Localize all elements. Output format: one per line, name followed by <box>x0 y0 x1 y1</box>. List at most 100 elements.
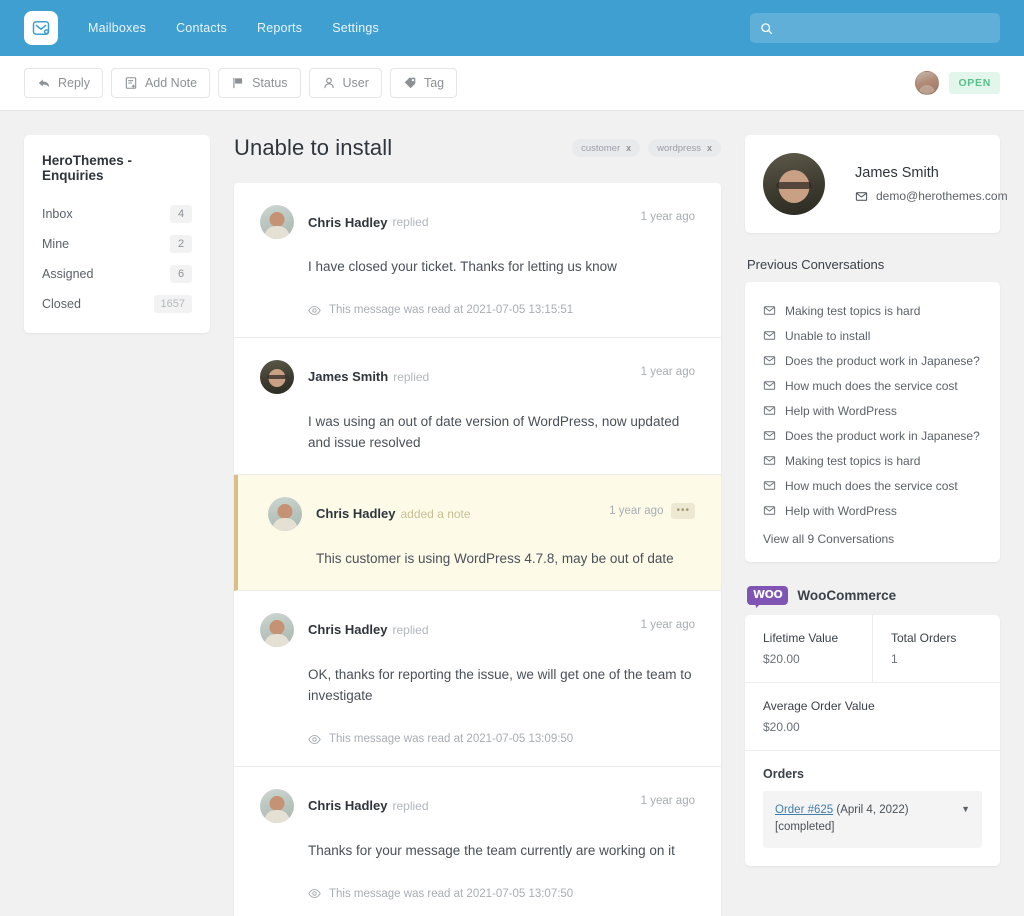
stat-average-order-value: Average Order Value $20.00 <box>745 683 1000 751</box>
message-item-note: Chris Hadley added a note 1 year ago •••… <box>234 474 721 591</box>
page-title: Unable to install <box>234 135 393 160</box>
sidebar-item-assigned[interactable]: Assigned 6 <box>42 259 192 289</box>
read-status-text: This message was read at 2021-07-05 13:0… <box>329 887 574 900</box>
message-body: OK, thanks for reporting the issue, we w… <box>308 666 692 703</box>
user-label: User <box>342 76 369 90</box>
message-timestamp: 1 year ago <box>641 211 695 223</box>
envelope-icon <box>763 454 776 467</box>
message-author: Chris Hadley <box>308 214 388 230</box>
message-read-receipt: This message was read at 2021-07-05 13:0… <box>308 733 695 746</box>
sidebar-item-inbox[interactable]: Inbox 4 <box>42 199 192 229</box>
customer-email-row: demo@herothemes.com <box>855 189 1008 203</box>
order-link[interactable]: Order #625 <box>775 804 833 816</box>
list-item-label: How much does the service cost <box>785 478 958 493</box>
woocommerce-logo-icon: WOO <box>747 586 789 605</box>
sidebar-item-count: 1657 <box>153 295 192 313</box>
message-timestamp: 1 year ago <box>641 619 695 631</box>
chevron-down-icon[interactable]: ▼ <box>961 802 970 814</box>
view-all-conversations-link[interactable]: View all 9 Conversations <box>763 523 982 548</box>
nav-link-contacts[interactable]: Contacts <box>176 21 227 35</box>
list-item[interactable]: Making test topics is hard <box>763 298 982 323</box>
sidebar-item-closed[interactable]: Closed 1657 <box>42 289 192 319</box>
tag-remove-icon[interactable]: x <box>707 143 712 153</box>
list-item[interactable]: Making test topics is hard <box>763 448 982 473</box>
list-item-label: Help with WordPress <box>785 503 897 518</box>
add-note-button[interactable]: Add Note <box>110 68 211 98</box>
stat-label: Lifetime Value <box>763 631 839 645</box>
tag-wordpress[interactable]: wordpress x <box>648 139 721 157</box>
message-author: Chris Hadley <box>308 798 388 814</box>
message-action: added a note <box>400 506 471 521</box>
customer-email-text[interactable]: demo@herothemes.com <box>876 189 1008 203</box>
global-search[interactable] <box>750 13 1000 43</box>
reply-button[interactable]: Reply <box>24 68 103 98</box>
stat-value: 1 <box>891 652 898 666</box>
envelope-icon <box>763 504 776 517</box>
message-item: James Smith replied 1 year ago I was usi… <box>234 338 721 475</box>
list-item-label: Help with WordPress <box>785 403 897 418</box>
list-item[interactable]: Does the product work in Japanese? <box>763 423 982 448</box>
top-navigation-bar: Mailboxes Contacts Reports Settings <box>0 0 1024 56</box>
message-timestamp: 1 year ago ••• <box>609 502 695 519</box>
list-item[interactable]: Does the product work in Japanese? <box>763 348 982 373</box>
timestamp-text: 1 year ago <box>640 211 695 223</box>
status-badge[interactable]: OPEN <box>949 72 1000 94</box>
envelope-icon <box>763 379 776 392</box>
nav-link-mailboxes[interactable]: Mailboxes <box>88 21 146 35</box>
search-input[interactable] <box>780 21 990 35</box>
status-button[interactable]: Status <box>218 68 301 98</box>
sidebar-item-count: 4 <box>170 205 192 223</box>
sidebar-item-count: 2 <box>170 235 192 253</box>
message-body: Thanks for your message the team current… <box>308 842 675 858</box>
avatar <box>260 788 294 823</box>
left-sidebar: HeroThemes - Enquiries Inbox 4 Mine 2 As… <box>24 135 210 333</box>
woocommerce-stats-row: Lifetime Value $20.00 Total Orders 1 <box>745 615 1000 683</box>
list-item[interactable]: How much does the service cost <box>763 373 982 398</box>
previous-conversations-title: Previous Conversations <box>747 257 885 272</box>
mailbox-card: HeroThemes - Enquiries Inbox 4 Mine 2 As… <box>24 135 210 333</box>
list-item[interactable]: Unable to install <box>763 323 982 348</box>
message-timestamp: 1 year ago <box>641 795 695 807</box>
order-row[interactable]: Order #625 (April 4, 2022) [completed] ▼ <box>763 791 982 848</box>
right-sidebar: James Smith demo@herothemes.com Previous… <box>745 135 1008 866</box>
list-item[interactable]: Help with WordPress <box>763 398 982 423</box>
nav-link-settings[interactable]: Settings <box>332 21 379 35</box>
message-item: Chris Hadley replied 1 year ago Thanks f… <box>234 767 721 916</box>
sidebar-item-label: Inbox <box>42 207 73 221</box>
timestamp-text: 1 year ago <box>640 365 695 378</box>
message-body: This customer is using WordPress 4.7.8, … <box>316 550 674 566</box>
tag-button[interactable]: Tag <box>389 68 458 98</box>
order-text: Order #625 (April 4, 2022) [completed] <box>775 802 909 837</box>
message-read-receipt: This message was read at 2021-07-05 13:1… <box>308 304 695 317</box>
order-status: [completed] <box>775 821 835 834</box>
message-action: replied <box>392 622 429 637</box>
app-logo[interactable] <box>24 11 58 45</box>
sidebar-item-mine[interactable]: Mine 2 <box>42 229 192 259</box>
main-nav-links: Mailboxes Contacts Reports Settings <box>88 21 379 35</box>
woocommerce-title: WooCommerce <box>797 588 897 603</box>
read-status-text: This message was read at 2021-07-05 13:1… <box>329 304 574 317</box>
message-header: Chris Hadley replied <box>260 205 695 239</box>
previous-conversations-card: Making test topics is hard Unable to ins… <box>745 282 1000 562</box>
flag-icon <box>231 76 245 90</box>
list-item-label: How much does the service cost <box>785 378 958 393</box>
search-icon <box>760 22 773 35</box>
tag-list: customer x wordpress x <box>572 139 721 157</box>
stat-value: $20.00 <box>763 652 800 666</box>
message-thread: Chris Hadley replied 1 year ago I have c… <box>234 183 721 916</box>
list-item[interactable]: Help with WordPress <box>763 498 982 523</box>
orders-title: Orders <box>763 767 804 781</box>
note-options-menu-icon[interactable]: ••• <box>671 502 695 519</box>
nav-link-reports[interactable]: Reports <box>257 21 302 35</box>
message-header: Chris Hadley replied <box>260 788 695 823</box>
stat-lifetime-value: Lifetime Value $20.00 <box>745 615 872 682</box>
tag-customer[interactable]: customer x <box>572 139 641 157</box>
list-item-label: Making test topics is hard <box>785 303 921 318</box>
agent-avatar[interactable] <box>915 71 940 95</box>
status-label: Status <box>252 76 288 90</box>
orders-section: Orders Order #625 (April 4, 2022) [compl… <box>745 751 1000 866</box>
list-item[interactable]: How much does the service cost <box>763 473 982 498</box>
user-button[interactable]: User <box>308 68 382 98</box>
message-author: Chris Hadley <box>316 506 396 522</box>
tag-remove-icon[interactable]: x <box>626 143 631 153</box>
